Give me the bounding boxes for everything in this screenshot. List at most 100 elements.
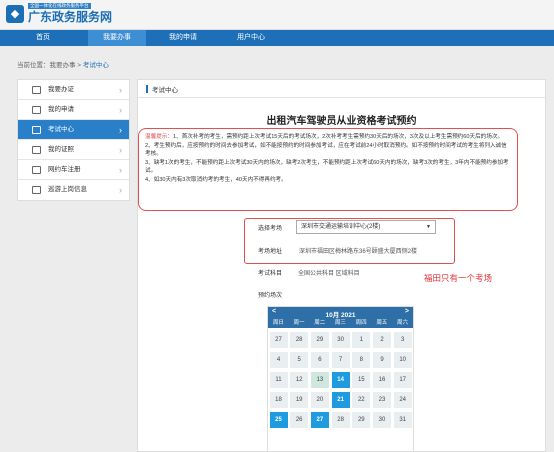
sidebar-item-label: 巡游上岗信息 bbox=[48, 186, 87, 193]
nav-item-services[interactable]: 我要办事 bbox=[88, 30, 146, 46]
calendar-day[interactable]: 7 bbox=[331, 352, 350, 368]
weekday-label: 周六 bbox=[397, 320, 409, 326]
calendar-day[interactable]: 9 bbox=[373, 352, 391, 368]
sidebar-item-apply-license[interactable]: 我要办证 › bbox=[18, 80, 129, 100]
calendar-day[interactable]: 22 bbox=[352, 392, 371, 408]
subject-label: 考试科目 bbox=[258, 271, 283, 277]
breadcrumb-current: 考试中心 bbox=[82, 62, 109, 69]
weekday-label: 周三 bbox=[334, 320, 346, 326]
car-icon bbox=[32, 166, 41, 174]
calendar-day[interactable]: 12 bbox=[290, 372, 309, 388]
user-icon bbox=[32, 86, 41, 94]
notice-line-2: 2、考生预约后，应按预约的时间去参加考试，如不能按预约的时间参加考试，应在考试前… bbox=[145, 142, 507, 158]
chevron-right-icon: › bbox=[119, 145, 122, 155]
notice-tip-label: 温馨提示： bbox=[145, 134, 173, 140]
sidebar-item-exam-center[interactable]: 考试中心 › bbox=[18, 120, 129, 140]
calendar-day[interactable]: 28 bbox=[331, 412, 350, 428]
weekday-label: 周一 bbox=[293, 320, 305, 326]
site-label: 选择考场 bbox=[258, 226, 283, 232]
sidebar-item-label: 网约车注册 bbox=[48, 166, 81, 173]
calendar-day[interactable]: 29 bbox=[352, 412, 371, 428]
calendar-day[interactable]: 20 bbox=[310, 392, 329, 408]
chevron-right-icon: › bbox=[119, 85, 122, 95]
calendar-day[interactable]: 1 bbox=[352, 332, 371, 348]
date-calendar: < 10月 2021 > 周日 周一 周二 周三 周四 周五 周六 27 28 29 30 1 2 3 4… bbox=[267, 306, 414, 452]
document-icon bbox=[32, 186, 41, 194]
calendar-month-title: 10月 2021 bbox=[325, 312, 356, 319]
header-accent-bar bbox=[146, 85, 148, 93]
calendar-day[interactable]: 29 bbox=[310, 332, 329, 348]
calendar-day[interactable]: 27 bbox=[310, 412, 329, 428]
breadcrumb-prefix[interactable]: 当前位置：我要办事 > bbox=[17, 62, 81, 69]
logo-title: 广东政务服务网 bbox=[28, 10, 113, 24]
notice-line-4: 4、如30天内有3次取消约考的考生，40天内不得再约考。 bbox=[145, 176, 287, 183]
calendar-day[interactable]: 28 bbox=[290, 332, 309, 348]
calendar-day[interactable]: 8 bbox=[352, 352, 371, 368]
calendar-day[interactable]: 11 bbox=[269, 372, 288, 388]
certificate-icon bbox=[32, 146, 41, 154]
nav-item-home[interactable]: 首页 bbox=[18, 30, 68, 46]
weekday-label: 周日 bbox=[272, 320, 284, 326]
session-label: 预约场次 bbox=[258, 293, 283, 299]
panel-header: 考试中心 bbox=[138, 80, 545, 98]
notice-box: 温馨提示：1、首次补考的考生，需预约距上次考试15天后的考试场次，2次补考考生需… bbox=[138, 128, 518, 211]
calendar-day[interactable]: 23 bbox=[373, 392, 391, 408]
page-title: 出租汽车驾驶员从业资格考试预约 bbox=[266, 116, 417, 127]
nav-item-user-center[interactable]: 用户中心 bbox=[224, 30, 278, 46]
sidebar-item-ride-hailing[interactable]: 网约车注册 › bbox=[18, 160, 129, 180]
address-value: 深圳市福田区梅林路东36号颐盛大厦西侧2楼 bbox=[299, 249, 418, 255]
next-month-button[interactable]: > bbox=[405, 308, 409, 315]
checklist-icon bbox=[32, 126, 41, 134]
calendar-day[interactable]: 31 bbox=[393, 412, 412, 428]
calendar-day[interactable]: 4 bbox=[269, 352, 288, 368]
address-label: 考场地址 bbox=[258, 249, 283, 255]
weekday-label: 周五 bbox=[376, 320, 388, 326]
sidebar-item-my-applications[interactable]: 我的申请 › bbox=[18, 100, 129, 120]
main-nav: 首页 我要办事 我的申请 用户中心 bbox=[0, 30, 554, 46]
weekday-label: 周二 bbox=[314, 320, 326, 326]
calendar-header: < 10月 2021 > bbox=[268, 307, 413, 319]
calendar-day[interactable]: 19 bbox=[290, 392, 309, 408]
subject-value: 全国公共科目 区域科目 bbox=[298, 271, 360, 277]
sidebar-item-cruise-info[interactable]: 巡游上岗信息 › bbox=[18, 180, 129, 200]
sidebar-item-label: 我的申请 bbox=[48, 106, 74, 113]
sidebar-item-label: 我的证照 bbox=[48, 146, 74, 153]
calendar-day[interactable]: 16 bbox=[373, 372, 391, 388]
calendar-day[interactable]: 17 bbox=[393, 372, 412, 388]
sidebar-item-my-certificates[interactable]: 我的证照 › bbox=[18, 140, 129, 160]
chevron-right-icon: › bbox=[119, 185, 122, 195]
breadcrumb: 当前位置：我要办事 > 考试中心 bbox=[17, 59, 109, 69]
top-bar: ◆ 全国一体化在线政务服务平台 广东政务服务网 bbox=[0, 0, 554, 30]
chevron-right-icon: › bbox=[119, 105, 122, 115]
calendar-day[interactable]: 18 bbox=[269, 392, 288, 408]
sidebar-item-label: 考试中心 bbox=[48, 126, 74, 133]
chevron-right-icon: › bbox=[119, 165, 122, 175]
weekday-row: 周日 周一 周二 周三 周四 周五 周六 bbox=[268, 319, 413, 328]
calendar-day[interactable]: 27 bbox=[269, 332, 288, 348]
notice-line-3: 3、缺考1次的考生，不能预约距上次考试30天内的场次，缺考2次考生，不能预约距上… bbox=[145, 159, 509, 175]
chevron-down-icon: ▼ bbox=[426, 224, 431, 230]
calendar-day[interactable]: 14 bbox=[331, 372, 350, 388]
calendar-day[interactable]: 3 bbox=[393, 332, 412, 348]
calendar-day[interactable]: 15 bbox=[352, 372, 371, 388]
edit-icon bbox=[32, 106, 41, 114]
weekday-label: 周四 bbox=[355, 320, 367, 326]
annotation-note: 福田只有一个考场 bbox=[424, 273, 493, 283]
calendar-day[interactable]: 10 bbox=[393, 352, 412, 368]
calendar-day[interactable]: 25 bbox=[269, 412, 288, 428]
calendar-day[interactable]: 30 bbox=[331, 332, 350, 348]
calendar-day[interactable]: 30 bbox=[373, 412, 391, 428]
notice-line-1: 温馨提示：1、首次补考的考生，需预约距上次考试15天后的考试场次，2次补考考生需… bbox=[145, 134, 504, 140]
calendar-day[interactable]: 6 bbox=[310, 352, 329, 368]
calendar-day[interactable]: 26 bbox=[290, 412, 309, 428]
calendar-day[interactable]: 24 bbox=[393, 392, 412, 408]
site-logo[interactable]: ◆ 全国一体化在线政务服务平台 广东政务服务网 bbox=[6, 2, 122, 26]
exam-site-select-value: 深圳市交通运输培训中心(2楼) bbox=[301, 224, 381, 230]
exam-site-select[interactable]: 深圳市交通运输培训中心(2楼) ▼ bbox=[296, 220, 436, 234]
calendar-day[interactable]: 13 bbox=[310, 372, 329, 388]
calendar-day[interactable]: 21 bbox=[331, 392, 350, 408]
calendar-day[interactable]: 2 bbox=[373, 332, 391, 348]
panel-heading: 考试中心 bbox=[152, 87, 178, 94]
calendar-day[interactable]: 5 bbox=[290, 352, 309, 368]
nav-item-my-applications[interactable]: 我的申请 bbox=[156, 30, 210, 46]
